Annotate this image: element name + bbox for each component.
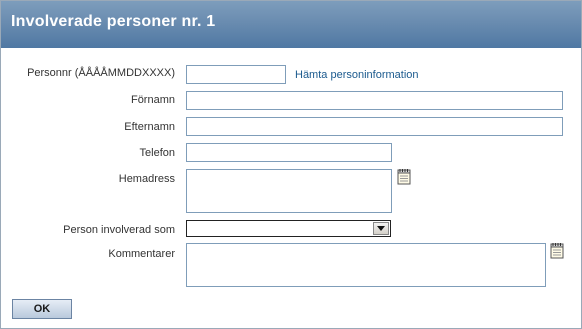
dialog: Involverade personer nr. 1 Personnr (ÅÅÅ… [0, 0, 582, 329]
hemadress-label: Hemadress [118, 173, 175, 185]
fornamn-input[interactable] [186, 91, 563, 110]
kommentarer-textarea[interactable] [186, 243, 546, 287]
ok-button[interactable]: OK [12, 299, 72, 319]
involverad-som-select[interactable] [186, 220, 391, 237]
kommentarer-label: Kommentarer [108, 248, 175, 260]
telefon-input[interactable] [186, 143, 392, 162]
dialog-title: Involverade personer nr. 1 [11, 13, 216, 30]
personnr-input[interactable] [186, 65, 286, 84]
notepad-icon[interactable] [550, 242, 564, 259]
efternamn-input[interactable] [186, 117, 563, 136]
notepad-icon[interactable] [397, 168, 411, 185]
involverad-som-label: Person involverad som [63, 224, 175, 236]
fetch-person-info-link[interactable]: Hämta personinformation [295, 69, 419, 81]
dropdown-button[interactable] [373, 222, 389, 235]
hemadress-textarea[interactable] [186, 169, 392, 213]
personnr-label: Personnr (ÅÅÅÅMMDDXXXX) [27, 67, 175, 79]
efternamn-label: Efternamn [124, 121, 175, 133]
fornamn-label: Förnamn [130, 94, 175, 106]
chevron-down-icon [377, 226, 385, 231]
title-bar: Involverade personer nr. 1 [1, 1, 581, 48]
telefon-label: Telefon [139, 147, 175, 159]
